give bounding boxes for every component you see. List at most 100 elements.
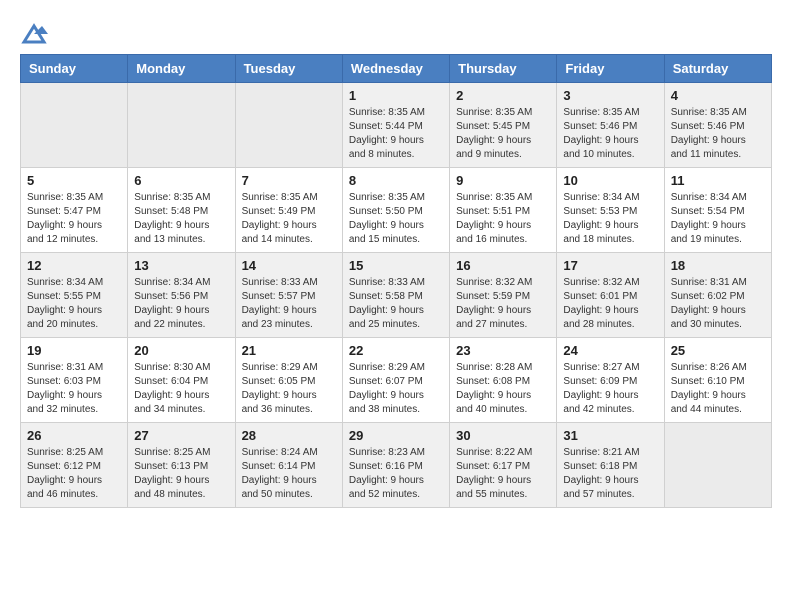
calendar-day-cell: 15Sunrise: 8:33 AM Sunset: 5:58 PM Dayli… <box>342 253 449 338</box>
calendar-day-cell: 23 Sunrise: 8:28 AM Sunset: 6:08 PM Dayli… <box>450 338 557 423</box>
calendar-day-cell: 22 Sunrise: 8:29 AM Sunset: 6:07 PM Dayli… <box>342 338 449 423</box>
weekday-header-cell: Friday <box>557 55 664 83</box>
day-number: 26 <box>27 428 121 443</box>
day-info: Sunrise: 8:35 AM Sunset: 5:47 PM Dayligh… <box>27 191 121 247</box>
day-number: 5 <box>27 173 121 188</box>
day-info: Sunrise: 8:35 AM Sunset: 5:51 PM Dayligh… <box>456 191 550 247</box>
day-info: Sunrise: 8:34 AM Sunset: 5:55 PM Dayligh… <box>27 276 121 332</box>
day-info: Sunrise: 8:32 AM Sunset: 5:59 PM Dayligh… <box>456 276 550 332</box>
day-info: Sunrise: 8:30 AM Sunset: 6:04 PM Dayligh… <box>134 361 228 417</box>
day-info: Sunrise: 8:26 AM Sunset: 6:10 PM Dayligh… <box>671 361 765 417</box>
calendar-day-cell: 4 Sunrise: 8:35 AM Sunset: 5:46 PM Daylig… <box>664 83 771 168</box>
calendar-day-cell: 19Sunrise: 8:31 AM Sunset: 6:03 PM Dayli… <box>21 338 128 423</box>
calendar-day-cell: 7Sunrise: 8:35 AM Sunset: 5:49 PM Daylig… <box>235 168 342 253</box>
day-number: 16 <box>456 258 550 273</box>
day-number: 12 <box>27 258 121 273</box>
day-number: 3 <box>563 88 657 103</box>
day-number: 30 <box>456 428 550 443</box>
day-info: Sunrise: 8:33 AM Sunset: 5:58 PM Dayligh… <box>349 276 443 332</box>
day-info: Sunrise: 8:29 AM Sunset: 6:05 PM Dayligh… <box>242 361 336 417</box>
weekday-header-cell: Tuesday <box>235 55 342 83</box>
calendar-day-cell: 29 Sunrise: 8:23 AM Sunset: 6:16 PM Dayli… <box>342 423 449 508</box>
calendar-day-cell: 16 Sunrise: 8:32 AM Sunset: 5:59 PM Dayli… <box>450 253 557 338</box>
day-number: 19 <box>27 343 121 358</box>
calendar-day-cell: 30Sunrise: 8:22 AM Sunset: 6:17 PM Dayli… <box>450 423 557 508</box>
logo <box>20 20 52 48</box>
day-number: 2 <box>456 88 550 103</box>
calendar-day-cell: 28Sunrise: 8:24 AM Sunset: 6:14 PM Dayli… <box>235 423 342 508</box>
day-number: 24 <box>563 343 657 358</box>
calendar-day-cell: 11 Sunrise: 8:34 AM Sunset: 5:54 PM Dayli… <box>664 168 771 253</box>
day-info: Sunrise: 8:25 AM Sunset: 6:13 PM Dayligh… <box>134 446 228 502</box>
weekday-header-row: SundayMondayTuesdayWednesdayThursdayFrid… <box>21 55 772 83</box>
day-number: 31 <box>563 428 657 443</box>
day-number: 27 <box>134 428 228 443</box>
day-number: 1 <box>349 88 443 103</box>
day-info: Sunrise: 8:35 AM Sunset: 5:48 PM Dayligh… <box>134 191 228 247</box>
calendar-day-cell: 31 Sunrise: 8:21 AM Sunset: 6:18 PM Dayli… <box>557 423 664 508</box>
day-number: 7 <box>242 173 336 188</box>
calendar-day-cell <box>21 83 128 168</box>
day-info: Sunrise: 8:34 AM Sunset: 5:54 PM Dayligh… <box>671 191 765 247</box>
day-info: Sunrise: 8:34 AM Sunset: 5:56 PM Dayligh… <box>134 276 228 332</box>
day-number: 23 <box>456 343 550 358</box>
calendar-week-row: 1 Sunrise: 8:35 AM Sunset: 5:44 PM Daylig… <box>21 83 772 168</box>
calendar-day-cell: 13 Sunrise: 8:34 AM Sunset: 5:56 PM Dayli… <box>128 253 235 338</box>
day-number: 20 <box>134 343 228 358</box>
day-number: 10 <box>563 173 657 188</box>
weekday-header-cell: Saturday <box>664 55 771 83</box>
day-number: 13 <box>134 258 228 273</box>
calendar-day-cell <box>235 83 342 168</box>
day-number: 8 <box>349 173 443 188</box>
day-info: Sunrise: 8:25 AM Sunset: 6:12 PM Dayligh… <box>27 446 121 502</box>
day-info: Sunrise: 8:21 AM Sunset: 6:18 PM Dayligh… <box>563 446 657 502</box>
calendar-day-cell: 20 Sunrise: 8:30 AM Sunset: 6:04 PM Dayli… <box>128 338 235 423</box>
calendar-day-cell: 8 Sunrise: 8:35 AM Sunset: 5:50 PM Daylig… <box>342 168 449 253</box>
day-number: 6 <box>134 173 228 188</box>
day-info: Sunrise: 8:27 AM Sunset: 6:09 PM Dayligh… <box>563 361 657 417</box>
calendar-day-cell: 5 Sunrise: 8:35 AM Sunset: 5:47 PM Daylig… <box>21 168 128 253</box>
day-info: Sunrise: 8:31 AM Sunset: 6:02 PM Dayligh… <box>671 276 765 332</box>
calendar-day-cell: 14 Sunrise: 8:33 AM Sunset: 5:57 PM Dayli… <box>235 253 342 338</box>
calendar-week-row: 26 Sunrise: 8:25 AM Sunset: 6:12 PM Dayli… <box>21 423 772 508</box>
day-number: 11 <box>671 173 765 188</box>
day-number: 22 <box>349 343 443 358</box>
day-number: 9 <box>456 173 550 188</box>
calendar-day-cell: 27 Sunrise: 8:25 AM Sunset: 6:13 PM Dayli… <box>128 423 235 508</box>
day-info: Sunrise: 8:34 AM Sunset: 5:53 PM Dayligh… <box>563 191 657 247</box>
calendar-day-cell: 25 Sunrise: 8:26 AM Sunset: 6:10 PM Dayli… <box>664 338 771 423</box>
day-number: 29 <box>349 428 443 443</box>
day-info: Sunrise: 8:35 AM Sunset: 5:46 PM Dayligh… <box>563 106 657 162</box>
page-header <box>10 10 782 54</box>
calendar-day-cell: 10 Sunrise: 8:34 AM Sunset: 5:53 PM Dayli… <box>557 168 664 253</box>
weekday-header-cell: Wednesday <box>342 55 449 83</box>
day-number: 14 <box>242 258 336 273</box>
calendar-week-row: 12 Sunrise: 8:34 AM Sunset: 5:55 PM Dayli… <box>21 253 772 338</box>
day-info: Sunrise: 8:35 AM Sunset: 5:45 PM Dayligh… <box>456 106 550 162</box>
day-info: Sunrise: 8:23 AM Sunset: 6:16 PM Dayligh… <box>349 446 443 502</box>
day-info: Sunrise: 8:29 AM Sunset: 6:07 PM Dayligh… <box>349 361 443 417</box>
day-number: 25 <box>671 343 765 358</box>
day-number: 4 <box>671 88 765 103</box>
day-info: Sunrise: 8:32 AM Sunset: 6:01 PM Dayligh… <box>563 276 657 332</box>
calendar-day-cell: 17 Sunrise: 8:32 AM Sunset: 6:01 PM Dayli… <box>557 253 664 338</box>
calendar-day-cell <box>128 83 235 168</box>
calendar-day-cell: 2 Sunrise: 8:35 AM Sunset: 5:45 PM Daylig… <box>450 83 557 168</box>
calendar-day-cell: 3 Sunrise: 8:35 AM Sunset: 5:46 PM Daylig… <box>557 83 664 168</box>
day-number: 17 <box>563 258 657 273</box>
calendar-day-cell: 9 Sunrise: 8:35 AM Sunset: 5:51 PM Daylig… <box>450 168 557 253</box>
day-info: Sunrise: 8:35 AM Sunset: 5:46 PM Dayligh… <box>671 106 765 162</box>
day-info: Sunrise: 8:33 AM Sunset: 5:57 PM Dayligh… <box>242 276 336 332</box>
calendar-day-cell: 12 Sunrise: 8:34 AM Sunset: 5:55 PM Dayli… <box>21 253 128 338</box>
day-info: Sunrise: 8:35 AM Sunset: 5:44 PM Dayligh… <box>349 106 443 162</box>
calendar-day-cell: 1 Sunrise: 8:35 AM Sunset: 5:44 PM Daylig… <box>342 83 449 168</box>
day-number: 28 <box>242 428 336 443</box>
calendar-body: 1 Sunrise: 8:35 AM Sunset: 5:44 PM Daylig… <box>21 83 772 508</box>
calendar-week-row: 5 Sunrise: 8:35 AM Sunset: 5:47 PM Daylig… <box>21 168 772 253</box>
day-info: Sunrise: 8:35 AM Sunset: 5:50 PM Dayligh… <box>349 191 443 247</box>
day-info: Sunrise: 8:28 AM Sunset: 6:08 PM Dayligh… <box>456 361 550 417</box>
calendar-day-cell: 21Sunrise: 8:29 AM Sunset: 6:05 PM Dayli… <box>235 338 342 423</box>
calendar-day-cell: 6 Sunrise: 8:35 AM Sunset: 5:48 PM Daylig… <box>128 168 235 253</box>
day-number: 18 <box>671 258 765 273</box>
weekday-header-cell: Sunday <box>21 55 128 83</box>
